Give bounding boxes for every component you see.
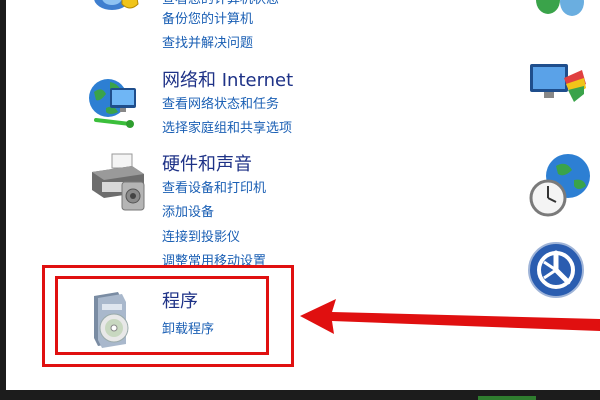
- window-left-edge: [0, 0, 6, 390]
- system-security-icon: [92, 0, 146, 20]
- link-add-device[interactable]: 添加设备: [162, 204, 214, 222]
- clock-globe-icon: [528, 152, 592, 222]
- link-connect-projector[interactable]: 连接到投影仪: [162, 229, 240, 247]
- appearance-monitor-icon: [526, 60, 590, 112]
- user-accounts-icon: [528, 0, 592, 24]
- annotation-highlight-inner-box: [55, 276, 269, 355]
- link-find-fix-problems[interactable]: 查找并解决问题: [162, 35, 253, 53]
- ease-of-access-icon: [528, 242, 588, 306]
- link-view-computer-status[interactable]: 查看您的计算机状态: [162, 0, 279, 9]
- category-title-network[interactable]: 网络和 Internet: [162, 70, 293, 92]
- link-backup-computer[interactable]: 备份您的计算机: [162, 11, 253, 29]
- taskbar-accent: [478, 396, 536, 400]
- printer-icon: [88, 152, 148, 216]
- category-title-hardware-sound[interactable]: 硬件和声音: [162, 154, 252, 176]
- link-network-status[interactable]: 查看网络状态和任务: [162, 96, 279, 114]
- link-devices-printers[interactable]: 查看设备和打印机: [162, 180, 266, 198]
- link-homegroup-sharing[interactable]: 选择家庭组和共享选项: [162, 120, 292, 138]
- network-globe-icon: [86, 74, 142, 136]
